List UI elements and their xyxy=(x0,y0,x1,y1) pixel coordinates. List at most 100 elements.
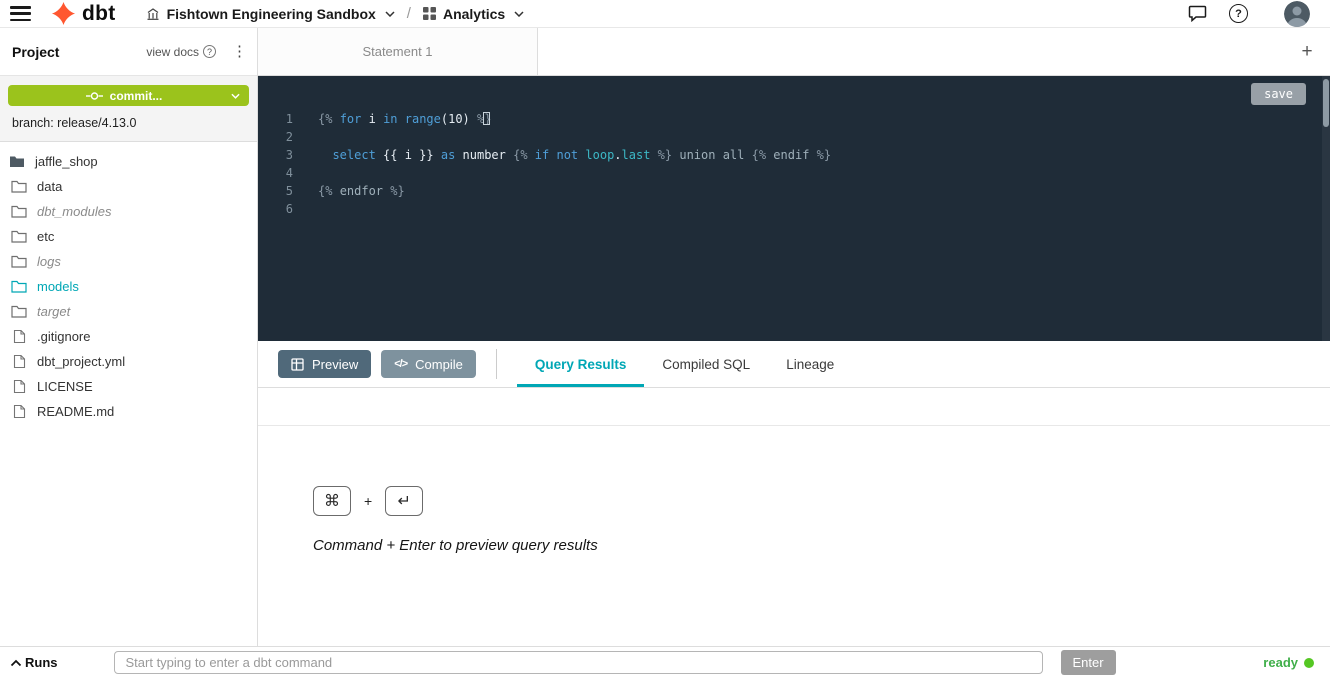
tree-item-label: data xyxy=(37,179,62,194)
line-number: 3 xyxy=(258,146,304,164)
code-line: {% for i in range(10) %} xyxy=(318,110,1330,128)
folder-icon xyxy=(10,205,28,218)
help-icon[interactable]: ? xyxy=(1229,4,1248,23)
tree-item-models[interactable]: models xyxy=(0,274,257,299)
dbt-logo-mark-icon xyxy=(51,1,76,26)
code-line: select {{ i }} as number {% if not loop.… xyxy=(318,146,1330,164)
enter-key-icon: ↵ xyxy=(385,486,423,516)
file-icon xyxy=(10,329,28,344)
line-number: 4 xyxy=(258,164,304,182)
file-icon xyxy=(10,404,28,419)
enter-button[interactable]: Enter xyxy=(1061,650,1116,675)
tree-item--gitignore[interactable]: .gitignore xyxy=(0,324,257,349)
breadcrumb-separator: / xyxy=(407,5,411,22)
results-toolbar: Preview </> Compile Query ResultsCompile… xyxy=(258,341,1330,388)
chevron-down-icon xyxy=(385,11,395,17)
code-line: {% endfor %} xyxy=(318,182,1330,200)
branch-label: branch: release/4.13.0 xyxy=(12,116,249,130)
dbt-logo[interactable]: dbt xyxy=(51,1,116,26)
chevron-up-icon xyxy=(10,659,22,667)
code-line xyxy=(318,164,1330,182)
folder-icon xyxy=(10,280,28,293)
tree-item-dbt-project-yml[interactable]: dbt_project.yml xyxy=(0,349,257,374)
app-root: dbt Fishtown Engineering Sandbox / Analy… xyxy=(0,0,1330,678)
sidebar-title: Project xyxy=(12,44,59,60)
tab-lineage[interactable]: Lineage xyxy=(768,341,852,387)
editor-gutter: 123456 xyxy=(258,76,304,341)
bottom-bar: Runs Enter ready xyxy=(0,646,1330,678)
org-selector[interactable]: Fishtown Engineering Sandbox xyxy=(146,6,395,22)
org-name: Fishtown Engineering Sandbox xyxy=(167,6,376,22)
tree-item-label: models xyxy=(37,279,79,294)
tree-item-label: dbt_modules xyxy=(37,204,111,219)
status-dot-icon xyxy=(1304,658,1314,668)
compile-button[interactable]: </> Compile xyxy=(381,350,476,378)
folder-icon xyxy=(10,230,28,243)
toolbar-divider xyxy=(496,349,497,379)
code-editor[interactable]: 123456 {% for i in range(10) %} select {… xyxy=(258,76,1330,341)
top-bar: dbt Fishtown Engineering Sandbox / Analy… xyxy=(0,0,1330,28)
code-line xyxy=(318,200,1330,218)
editor-code[interactable]: {% for i in range(10) %} select {{ i }} … xyxy=(304,76,1330,341)
code-icon: </> xyxy=(394,358,407,370)
kebab-menu-icon[interactable]: ⋮ xyxy=(232,44,247,59)
sidebar: Project view docs ? ⋮ commit... xyxy=(0,28,258,646)
breadcrumb: Fishtown Engineering Sandbox / Analytics xyxy=(146,5,525,22)
folder-icon xyxy=(10,255,28,268)
branch-commit-icon xyxy=(86,91,103,101)
tab-statement-1[interactable]: Statement 1 xyxy=(258,28,538,75)
tree-item-label: jaffle_shop xyxy=(35,154,98,169)
dbt-command-input[interactable] xyxy=(114,651,1043,674)
commit-section: commit... branch: release/4.13.0 xyxy=(0,76,257,142)
topbar-right: ? xyxy=(1188,1,1310,27)
tree-item-etc[interactable]: etc xyxy=(0,224,257,249)
grid-icon xyxy=(423,7,436,20)
tree-item-label: etc xyxy=(37,229,54,244)
command-key-icon: ⌘ xyxy=(313,486,351,516)
shortcut-keys: ⌘ + ↵ xyxy=(313,486,1330,516)
tree-item-license[interactable]: LICENSE xyxy=(0,374,257,399)
save-button[interactable]: save xyxy=(1251,83,1306,105)
chevron-down-icon xyxy=(514,11,524,17)
view-docs-link[interactable]: view docs ? xyxy=(146,45,216,59)
project-selector[interactable]: Analytics xyxy=(423,6,524,22)
shortcut-hint-text: Command + Enter to preview query results xyxy=(313,537,1330,554)
tab-compiled-sql[interactable]: Compiled SQL xyxy=(644,341,768,387)
commit-button-label: commit... xyxy=(110,89,163,103)
status-indicator: ready xyxy=(1263,655,1314,670)
tree-item-label: LICENSE xyxy=(37,379,93,394)
status-label: ready xyxy=(1263,655,1298,670)
folder-icon xyxy=(10,180,28,193)
tree-item-readme-md[interactable]: README.md xyxy=(0,399,257,424)
results-subheader xyxy=(258,388,1330,426)
add-tab-button[interactable]: + xyxy=(1294,28,1320,75)
tree-item-data[interactable]: data xyxy=(0,174,257,199)
plus-separator: + xyxy=(364,493,372,509)
preview-button-label: Preview xyxy=(312,357,358,372)
tree-item-logs[interactable]: logs xyxy=(0,249,257,274)
preview-button[interactable]: Preview xyxy=(278,350,371,378)
tree-item-label: .gitignore xyxy=(37,329,90,344)
main-panel: Statement 1 + 123456 {% for i in range(1… xyxy=(258,28,1330,646)
tree-item-label: README.md xyxy=(37,404,114,419)
dbt-logo-text: dbt xyxy=(82,2,116,26)
editor-tab-bar: Statement 1 + xyxy=(258,28,1330,76)
compile-button-label: Compile xyxy=(415,357,463,372)
line-number: 5 xyxy=(258,182,304,200)
line-number: 1 xyxy=(258,110,304,128)
folder-icon xyxy=(10,305,28,318)
file-tree: jaffle_shopdata dbt_modulesetc logs models t… xyxy=(0,142,257,646)
avatar[interactable] xyxy=(1284,1,1310,27)
view-docs-label: view docs xyxy=(146,45,199,59)
chat-icon[interactable] xyxy=(1188,5,1207,22)
tree-item-dbt-modules[interactable]: dbt_modules xyxy=(0,199,257,224)
hamburger-menu-icon[interactable] xyxy=(10,6,31,21)
results-tabs: Query ResultsCompiled SQLLineage xyxy=(517,341,852,387)
tree-item-jaffle-shop[interactable]: jaffle_shop xyxy=(0,149,257,174)
tree-item-target[interactable]: target xyxy=(0,299,257,324)
commit-button[interactable]: commit... xyxy=(8,85,249,106)
runs-toggle[interactable]: Runs xyxy=(10,655,58,670)
editor-scrollbar-thumb[interactable] xyxy=(1323,79,1329,127)
text-cursor xyxy=(483,112,490,125)
tab-query-results[interactable]: Query Results xyxy=(517,341,645,387)
